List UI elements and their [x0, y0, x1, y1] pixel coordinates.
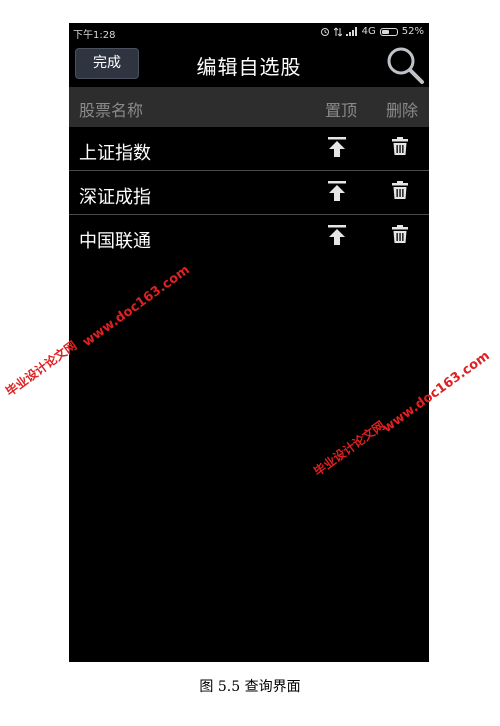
stock-name: 上证指数: [79, 143, 151, 164]
stock-name: 中国联通: [79, 231, 151, 252]
list-item: 中国联通: [69, 215, 429, 258]
status-bar: 下午1:28 4G 52%: [69, 23, 429, 41]
list-item: 深证成指: [69, 171, 429, 215]
list-item: 上证指数: [69, 127, 429, 171]
header-pin-top: 置顶: [325, 101, 358, 120]
stock-list: 上证指数 深证成指 中国联通: [69, 127, 429, 258]
network-type: 4G: [361, 26, 376, 37]
list-header: 股票名称 置顶 删除: [69, 87, 429, 127]
search-icon[interactable]: [385, 45, 425, 85]
alarm-icon: [320, 27, 329, 36]
pin-top-icon[interactable]: [327, 136, 347, 158]
delete-icon[interactable]: [392, 224, 408, 244]
pin-top-icon[interactable]: [327, 224, 347, 246]
done-button[interactable]: 完成: [75, 48, 139, 79]
pin-top-icon[interactable]: [327, 180, 347, 202]
battery-percent: 52%: [401, 26, 424, 37]
wifi-icon: [333, 27, 342, 36]
delete-icon[interactable]: [392, 180, 408, 200]
header-delete: 删除: [386, 101, 419, 120]
signal-icon: [345, 27, 357, 36]
delete-icon[interactable]: [392, 136, 408, 156]
status-right: 4G 52%: [320, 26, 424, 37]
page-title: 编辑自选股: [196, 55, 302, 79]
stock-name: 深证成指: [79, 187, 151, 208]
battery-icon: [379, 27, 398, 36]
status-time: 下午1:28: [73, 30, 116, 41]
navigation-bar: 完成 编辑自选股: [69, 41, 429, 87]
figure-caption: 图 5.5 查询界面: [199, 679, 301, 695]
phone-screen: 下午1:28 4G 52% 完成 编辑自选股 股票名称 置顶 删除 上证指数 深…: [69, 23, 429, 662]
header-stock-name: 股票名称: [79, 101, 144, 120]
